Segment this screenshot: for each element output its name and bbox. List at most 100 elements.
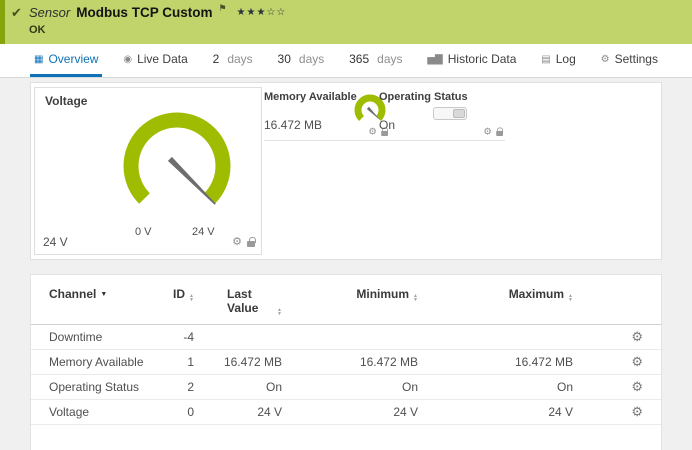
- channel-name[interactable]: Downtime: [49, 330, 149, 344]
- channel-settings-icon[interactable]: ⚙: [631, 379, 643, 394]
- tab-overview[interactable]: ▦ Overview: [30, 44, 102, 77]
- gear-icon[interactable]: ⚙: [484, 128, 492, 137]
- voltage-gauge: [109, 104, 245, 222]
- voltage-gauge-title: Voltage: [45, 94, 87, 108]
- channel-name[interactable]: Memory Available: [49, 355, 149, 369]
- gear-icon[interactable]: ⚙: [369, 128, 377, 137]
- voltage-scale-min: 0 V: [135, 226, 152, 238]
- table-row-downtime[interactable]: Downtime -4 ⚙: [31, 325, 661, 350]
- tab-365-days[interactable]: 365 days: [345, 44, 406, 77]
- tab-30-days[interactable]: 30 days: [274, 44, 329, 77]
- sensor-header: ✔ Sensor Modbus TCP Custom ⚑ ★★★☆☆ OK: [0, 0, 692, 44]
- switch-knob: [453, 109, 465, 118]
- tab-settings[interactable]: ⚙ Settings: [597, 44, 662, 77]
- column-header-last-value[interactable]: Last Value ▲▼: [194, 287, 282, 316]
- channel-id: 2: [149, 380, 194, 394]
- tab-365-days-number: 365: [349, 52, 369, 66]
- channel-minimum: On: [282, 380, 418, 394]
- tab-bar: ▦ Overview ◉ Live Data 2 days 30 days 36…: [0, 44, 692, 78]
- column-header-id-label: ID: [173, 287, 185, 301]
- tab-overview-label: Overview: [48, 52, 98, 66]
- stars-filled[interactable]: ★★★: [237, 7, 267, 18]
- channel-settings-icon[interactable]: ⚙: [631, 354, 643, 369]
- column-header-minimum-label: Minimum: [356, 287, 409, 301]
- channel-dropdown-icon[interactable]: ▼: [100, 291, 107, 298]
- operating-status-value: On: [379, 118, 395, 132]
- channel-maximum: 24 V: [418, 405, 573, 419]
- memory-channel-block: Memory Available 16.472 MB ⚙: [264, 91, 390, 141]
- voltage-scale-max: 24 V: [192, 226, 215, 238]
- log-icon: ▤: [541, 54, 550, 65]
- channel-last-value: 16.472 MB: [194, 355, 282, 369]
- tab-2-days-number: 2: [213, 52, 220, 66]
- channel-table: Channel▼ ID▲▼ Last Value▲▼ Minimum▲▼ Max…: [30, 274, 662, 450]
- memory-current-value: 16.472 MB: [264, 118, 322, 132]
- table-row-memory-available[interactable]: Memory Available 1 16.472 MB 16.472 MB 1…: [31, 350, 661, 375]
- tab-historic-data-label: Historic Data: [448, 52, 517, 66]
- operating-status-block: Operating Status On ⚙: [379, 91, 505, 141]
- column-header-id[interactable]: ID▲▼: [149, 287, 194, 302]
- channel-last-value: 24 V: [194, 405, 282, 419]
- tab-live-data[interactable]: ◉ Live Data: [119, 44, 191, 77]
- channel-settings-icon[interactable]: ⚙: [631, 404, 643, 419]
- channel-name[interactable]: Operating Status: [49, 380, 149, 394]
- channel-id: 1: [149, 355, 194, 369]
- channel-minimum: 24 V: [282, 405, 418, 419]
- tab-log-label: Log: [556, 52, 576, 66]
- overview-content: Voltage 0 V 24 V 24 V ⚙ Memory Available: [0, 78, 692, 450]
- channel-settings-icon[interactable]: ⚙: [631, 329, 643, 344]
- historic-data-icon: ▅▇: [427, 54, 442, 65]
- sensor-title-row: Sensor Modbus TCP Custom ⚑ ★★★☆☆: [29, 5, 286, 20]
- memory-channel-title: Memory Available: [264, 91, 357, 103]
- overview-icon: ▦: [34, 54, 43, 65]
- ok-check-icon: ✔: [11, 5, 22, 21]
- voltage-gauge-box: Voltage 0 V 24 V 24 V ⚙: [34, 87, 262, 255]
- channel-maximum: On: [418, 380, 573, 394]
- lock-icon[interactable]: [247, 241, 255, 247]
- sort-icon[interactable]: ▲▼: [568, 295, 573, 302]
- tab-30-days-number: 30: [278, 52, 291, 66]
- tab-30-days-unit: days: [299, 52, 324, 66]
- column-header-maximum[interactable]: Maximum ▲▼: [418, 287, 573, 302]
- channel-minimum: 16.472 MB: [282, 355, 418, 369]
- gauges-panel: Voltage 0 V 24 V 24 V ⚙ Memory Available: [30, 82, 662, 260]
- prtg-sensor-page: ✔ Sensor Modbus TCP Custom ⚑ ★★★☆☆ OK ▦ …: [0, 0, 692, 450]
- column-header-minimum[interactable]: Minimum▲▼: [282, 287, 418, 302]
- tab-live-data-label: Live Data: [137, 52, 188, 66]
- channel-maximum: 16.472 MB: [418, 355, 573, 369]
- lock-icon[interactable]: [496, 131, 503, 136]
- channel-id: 0: [149, 405, 194, 419]
- settings-gear-icon: ⚙: [601, 54, 610, 65]
- priority-flag-icon[interactable]: ⚑: [218, 3, 226, 14]
- operating-status-controls: ⚙: [484, 128, 503, 137]
- live-data-icon: ◉: [123, 54, 132, 65]
- stars-empty[interactable]: ☆☆: [266, 7, 286, 18]
- sensor-status-badge: OK: [29, 24, 46, 36]
- channel-last-value: On: [194, 380, 282, 394]
- tab-365-days-unit: days: [377, 52, 402, 66]
- column-header-channel[interactable]: Channel ▼: [49, 287, 149, 301]
- tab-settings-label: Settings: [615, 52, 658, 66]
- column-header-channel-label: Channel: [49, 287, 96, 301]
- tab-2-days-unit: days: [227, 52, 252, 66]
- column-header-last-value-label: Last Value: [227, 287, 273, 315]
- gauge-needle: [168, 157, 216, 205]
- tab-historic-data[interactable]: ▅▇ Historic Data: [423, 44, 520, 77]
- gear-icon[interactable]: ⚙: [232, 237, 242, 247]
- operating-status-title: Operating Status: [379, 91, 468, 103]
- tab-log[interactable]: ▤ Log: [537, 44, 579, 77]
- column-header-maximum-label: Maximum: [509, 287, 564, 301]
- voltage-gauge-controls: ⚙: [232, 237, 255, 247]
- operating-status-switch: [433, 107, 467, 120]
- tab-2-days[interactable]: 2 days: [209, 44, 257, 77]
- object-type-label: Sensor: [29, 5, 70, 20]
- channel-name[interactable]: Voltage: [49, 405, 149, 419]
- voltage-current-value: 24 V: [43, 235, 68, 249]
- status-stripe: [0, 0, 5, 44]
- sort-icon[interactable]: ▲▼: [277, 309, 282, 316]
- table-row-voltage[interactable]: Voltage 0 24 V 24 V 24 V ⚙: [31, 400, 661, 425]
- channel-id: -4: [149, 330, 194, 344]
- channel-table-header: Channel▼ ID▲▼ Last Value▲▼ Minimum▲▼ Max…: [31, 275, 661, 325]
- table-row-operating-status[interactable]: Operating Status 2 On On On ⚙: [31, 375, 661, 400]
- priority-stars[interactable]: ★★★☆☆: [237, 7, 287, 18]
